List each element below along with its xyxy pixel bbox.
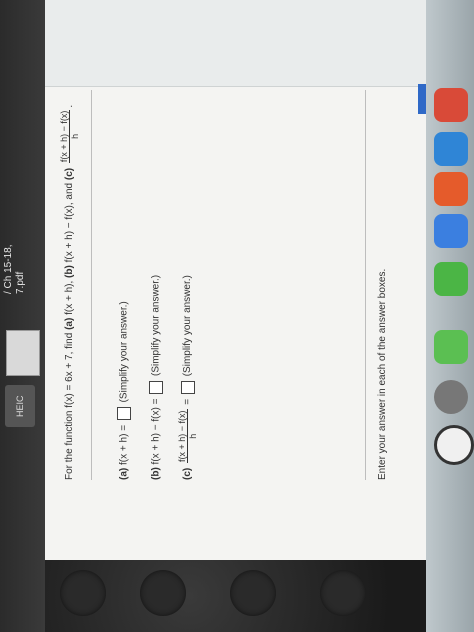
answer-box-a[interactable] xyxy=(117,407,131,421)
answer-row-c: (c) f(x + h) − f(x) h = (Simplify your a… xyxy=(177,275,198,480)
green-app-icon[interactable] xyxy=(434,330,468,364)
file-thumbnail[interactable] xyxy=(6,330,40,376)
question-fraction: f(x + h) − f(x) h xyxy=(59,109,80,164)
desktop-decor xyxy=(230,570,276,616)
answer-box-c[interactable] xyxy=(180,381,195,395)
question-panel: For the function f(x) = 6x + 7, find (a)… xyxy=(45,0,426,560)
divider xyxy=(91,90,92,480)
footer-instruction: Enter your answer in each of the answer … xyxy=(377,268,388,480)
answer-box-b[interactable] xyxy=(149,380,163,394)
gray-app-icon[interactable] xyxy=(434,380,468,414)
heic-file-icon[interactable]: HEIC xyxy=(5,385,35,427)
file-name-label[interactable]: / Ch 15-18, 7.pdf xyxy=(3,242,43,294)
red-app-icon[interactable] xyxy=(434,88,468,122)
finder-sidebar: / Ch 15-18, 7.pdf HEIC xyxy=(0,0,45,632)
desktop-decor xyxy=(60,570,106,616)
question-prompt: For the function f(x) = 6x + 7, find (a)… xyxy=(59,104,80,480)
answer-fraction: f(x + h) − f(x) h xyxy=(177,409,198,463)
answer-row-b: (b) f(x + h) − f(x) = (Simplify your ans… xyxy=(149,274,163,480)
desktop-background xyxy=(0,560,474,632)
divider xyxy=(365,90,366,480)
desktop-decor xyxy=(320,570,366,616)
chrome-icon[interactable] xyxy=(434,425,474,465)
green-app-icon[interactable] xyxy=(434,262,468,296)
desktop-decor xyxy=(140,570,186,616)
dock xyxy=(426,0,474,632)
blue-app-icon[interactable] xyxy=(434,214,468,248)
orange-app-icon[interactable] xyxy=(434,172,468,206)
blue-app-icon[interactable] xyxy=(434,132,468,166)
answer-row-a: (a) f(x + h) = (Simplify your answer.) xyxy=(117,301,131,480)
browser-page: For the function f(x) = 6x + 7, find (a)… xyxy=(45,0,426,560)
